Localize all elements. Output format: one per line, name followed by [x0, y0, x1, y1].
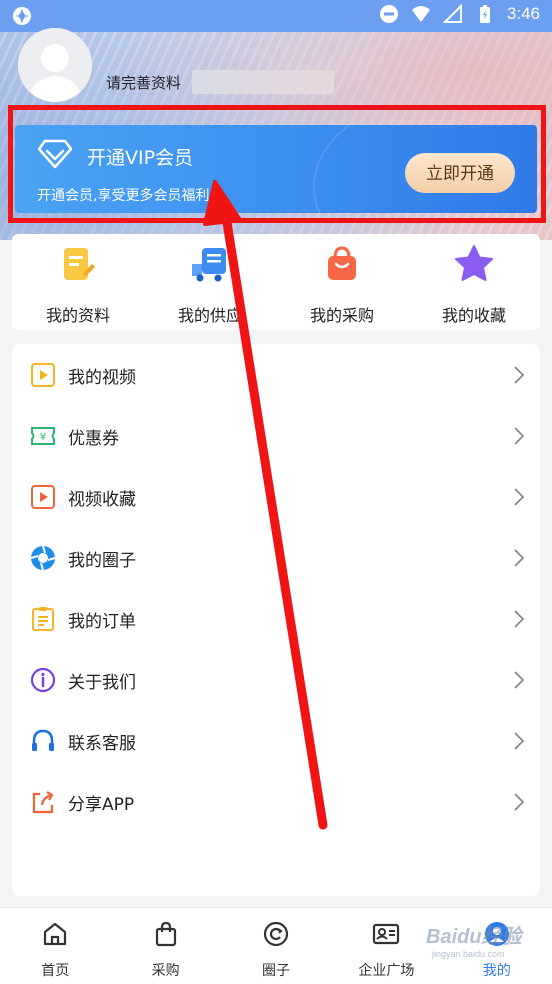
profile-doc-icon — [64, 248, 95, 280]
bag-icon — [155, 921, 176, 947]
menu-item-coupons[interactable]: ¥ 优惠券 — [12, 405, 540, 466]
info-icon — [30, 667, 56, 693]
coupon-icon: ¥ — [31, 427, 55, 445]
quick-action-my-purchase[interactable]: 我的采购 — [276, 234, 408, 330]
aperture-icon — [30, 545, 56, 571]
chevron-right-icon — [514, 610, 525, 628]
clipboard-icon — [32, 607, 54, 631]
wifi-icon — [411, 6, 430, 22]
clock: 3:46 — [506, 4, 540, 23]
share-icon — [32, 791, 54, 814]
chevron-right-icon — [514, 732, 525, 750]
do-not-disturb-icon — [379, 5, 398, 23]
shopping-bag-icon — [328, 246, 356, 280]
quick-action-my-profile[interactable]: 我的资料 — [12, 234, 144, 330]
signal-icon — [442, 4, 462, 23]
chevron-right-icon — [514, 549, 525, 567]
circle-refresh-icon — [263, 921, 289, 947]
vip-subtitle: 开通会员,享受更多会员福利 — [37, 188, 210, 204]
menu-item-my-circles[interactable]: 我的圈子 — [12, 527, 540, 588]
id-card-icon — [373, 923, 400, 945]
menu-item-my-orders[interactable]: 我的订单 — [12, 588, 540, 649]
vip-title: 开通VIP会员 — [87, 147, 194, 169]
supply-truck-icon — [192, 248, 226, 282]
video-favorite-icon — [31, 485, 55, 509]
default-avatar-icon — [18, 28, 92, 102]
quick-actions: 我的资料 我的供应 我的采购 我的收藏 — [12, 234, 540, 330]
quick-action-my-supply[interactable]: 我的供应 — [144, 234, 276, 330]
status-bar: 3:46 — [0, 0, 552, 32]
menu-item-about-us[interactable]: 关于我们 — [12, 649, 540, 710]
app-logo-icon — [13, 7, 31, 25]
quick-action-my-favorites[interactable]: 我的收藏 — [408, 234, 540, 330]
menu-item-share-app[interactable]: 分享APP — [12, 771, 540, 832]
star-icon — [455, 245, 493, 281]
menu-item-customer-service[interactable]: 联系客服 — [12, 710, 540, 771]
avatar[interactable] — [18, 28, 92, 102]
open-vip-button[interactable]: 立即开通 — [405, 153, 515, 193]
diamond-icon — [37, 139, 73, 169]
tab-home[interactable]: 首页 — [0, 908, 110, 984]
chevron-right-icon — [514, 671, 525, 689]
chevron-right-icon — [514, 366, 525, 384]
chevron-right-icon — [514, 793, 525, 811]
chevron-right-icon — [514, 427, 525, 445]
home-icon — [44, 922, 67, 946]
vip-banner[interactable]: 开通VIP会员 开通会员,享受更多会员福利 立即开通 — [15, 125, 537, 213]
battery-charging-icon — [479, 5, 490, 23]
complete-profile-link[interactable]: 请完善资料 — [106, 72, 181, 93]
baidu-watermark: Baidu经验 jingyan.baidu.com — [426, 926, 522, 959]
tab-circles[interactable]: 圈子 — [221, 908, 331, 984]
headset-icon — [32, 729, 54, 751]
tab-purchase[interactable]: 采购 — [110, 908, 220, 984]
menu-item-my-videos[interactable]: 我的视频 — [12, 344, 540, 405]
svg-text:¥: ¥ — [40, 432, 46, 443]
chevron-right-icon — [514, 488, 525, 506]
redacted-username — [192, 70, 334, 94]
menu-list: 我的视频 ¥ 优惠券 视频收藏 我的圈子 我的订单 关于我们 联系客服 分享AP… — [12, 344, 540, 896]
video-icon — [31, 363, 55, 387]
menu-item-video-favorites[interactable]: 视频收藏 — [12, 466, 540, 527]
